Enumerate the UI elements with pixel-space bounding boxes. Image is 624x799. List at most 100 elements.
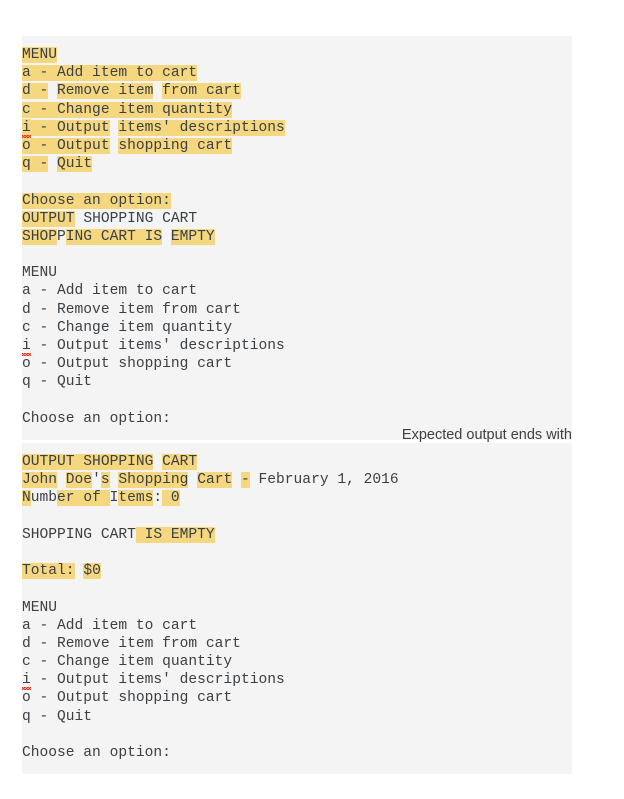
highlight-segment: from cart [162,83,241,100]
terminal-line: Number of Items: 0 [22,489,572,507]
highlight-segment: a - Add item to cart [22,65,198,82]
terminal-line: o - Output shopping cart [22,355,572,373]
text-segment: umb [30,490,58,507]
terminal-line: MENU [22,264,572,282]
highlight-segment: d - [22,83,49,100]
text-segment: SHOPPING CART [22,526,136,543]
terminal-line: John Doe's Shopping Cart - February 1, 2… [22,471,572,489]
terminal-line: q - Quit [22,373,572,391]
text-segment: P [57,228,66,245]
text-segment: q - Quit [22,374,93,391]
text-segment [57,472,66,488]
text-segment: o - Output shopping cart [22,356,233,373]
text-segment: - Output items' descriptions [30,338,285,354]
highlight-segment: ING CART IS [65,228,163,245]
terminal-line: Choose an option: [22,192,572,210]
terminal-line: OUTPUT SHOPPING CART [22,453,572,471]
text-segment: - Output items' descriptions [30,672,285,689]
highlight-segment: MENU [22,47,58,63]
highlight-segment: Total: [22,563,75,580]
text-segment [48,156,57,172]
highlight-segment: s [100,472,110,489]
terminal-line: SHOPPING CART IS EMPTY [22,228,572,246]
text-segment: Choose an option: [22,410,171,427]
highlight-segment: $0 [83,563,101,580]
highlight-segment: Choose an option: [22,192,171,209]
text-segment: c - Change item quantity [22,319,233,336]
highlight-segment: items' descriptions [118,119,285,136]
text-segment: ' [92,472,101,489]
terminal-line: a - Add item to cart [22,282,572,300]
highlight-segment: OUTPUT SHOPPING [22,454,154,470]
text-segment: c - Change item quantity [22,654,233,671]
highlight-segment: q - [22,156,49,173]
text-segment: a - Add item to cart [22,283,198,300]
highlight-segment: o - Output [22,137,110,154]
terminal-line: d - Remove item from cart [22,301,572,319]
terminal-line: i - Output items' descriptions [22,118,572,139]
terminal-line: Choose an option: [22,744,572,762]
highlight-segment: c - Change item quantity [22,101,233,118]
text-segment [48,83,57,99]
text-segment: : [153,490,163,507]
highlight-segment: Cart [197,472,233,489]
terminal-line: q - Quit [22,155,572,173]
terminal-line: d - Remove item from cart [22,635,572,653]
highlight-segment: shopping cart [118,137,233,154]
terminal-line: OUTPUT SHOPPING CART [22,210,572,228]
highlight-segment: EMP [170,526,198,543]
highlight-segment: John [22,472,58,489]
highlight-segment: Remove item [57,83,154,100]
text-segment [232,472,241,488]
terminal-line: c - Change item quantity [22,319,572,337]
highlight-segment [162,490,171,507]
terminal-line: Total: $0 [22,562,572,580]
text-segment [75,211,84,227]
terminal-text-block-1[interactable]: MENU a - Add item to cart d - Remove item … [22,36,572,440]
highlight-segment: Doe [65,472,93,489]
terminal-line: o - Output shopping cart [22,137,572,155]
terminal-line: MENU [22,46,572,64]
highlight-segment: CART [162,454,198,470]
terminal-line: c - Change item quantity [22,101,572,119]
terminal-line: i - Output items' descriptions [22,337,572,357]
highlight-segment: OUTPUT [22,210,75,227]
page-root: MENU a - Add item to cart d - Remove item … [0,0,624,799]
text-segment: MENU [22,599,58,616]
text-segment [153,83,162,99]
terminal-line: Choose an option: [22,410,572,428]
text-segment: d - Remove item from cart [22,635,241,652]
text-segment: a - Add item to cart [22,617,198,634]
highlight-segment: EMPTY [170,228,215,245]
highlight-segment: 0 [170,490,180,507]
terminal-line: i - Output items' descriptions [22,671,572,691]
terminal-line: q - Quit [22,708,572,726]
highlight-segment: SHOP [22,228,58,245]
text-segment [162,229,171,245]
highlight-segment: - Output [30,119,110,136]
terminal-text-block-2[interactable]: OUTPUT SHOPPING CART John Doe's Shopping … [22,443,572,774]
text-segment: SHOPPING CART [83,210,198,227]
text-segment [188,472,197,488]
text-segment: d - Remove item from cart [22,301,241,318]
highlight-segment: N [22,490,31,507]
text-segment: o - Output shopping cart [22,690,233,707]
text-segment [75,563,84,579]
terminal-line: c - Change item quantity [22,653,572,671]
highlight-segment: Quit [57,156,93,173]
terminal-line: o - Output shopping cart [22,689,572,707]
text-segment: q - Quit [22,708,93,725]
spellcheck-underline: i [22,672,31,691]
spellcheck-underline: i [22,118,31,139]
spellcheck-underline: i [22,338,31,357]
terminal-line: a - Add item to cart [22,64,572,82]
highlight-segment: er of [57,490,110,507]
terminal-line: SHOPPING CART IS EMPTY [22,526,572,544]
